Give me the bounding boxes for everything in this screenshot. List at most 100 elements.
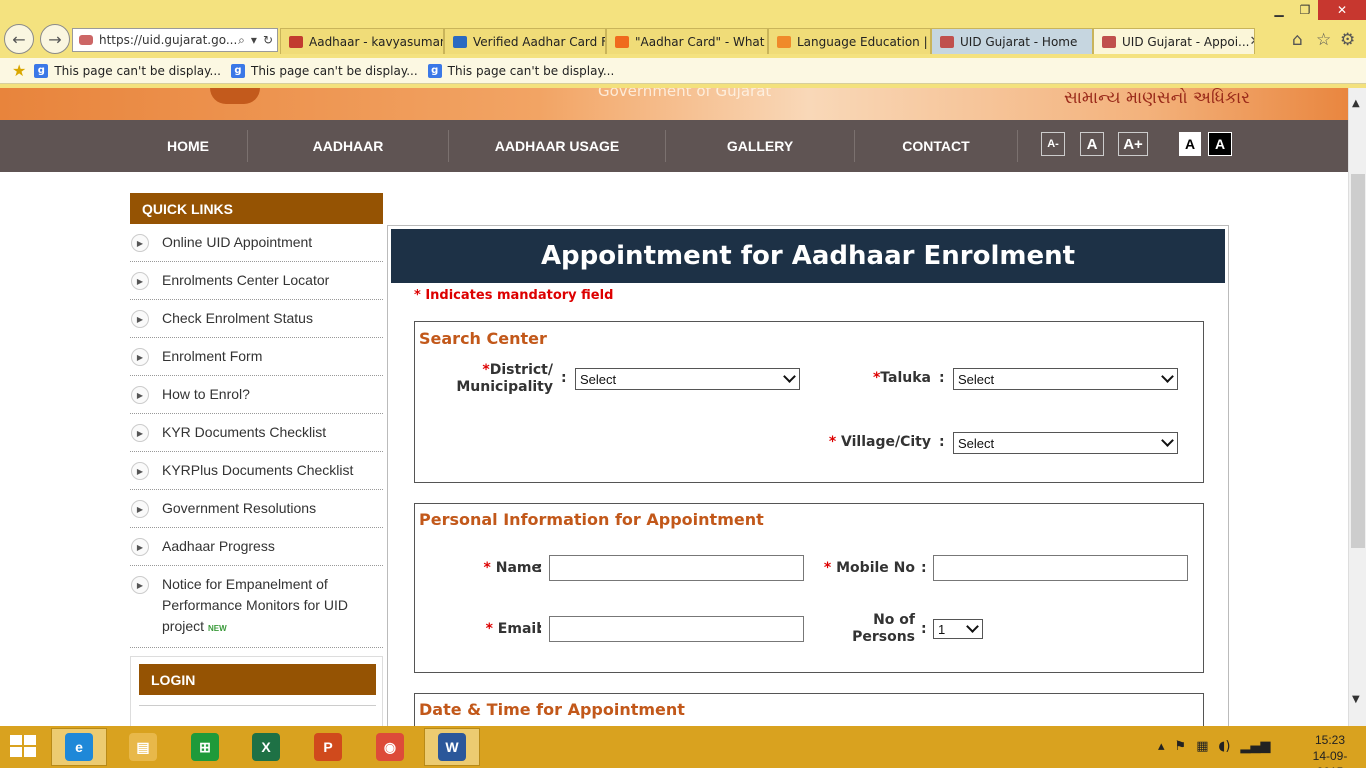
taskbar-chrome-button[interactable]: ◉ [362,728,418,766]
nav-gallery[interactable]: GALLERY [666,120,854,172]
refresh-icon[interactable]: ↻ [263,33,273,48]
font-decrease-button[interactable]: A- [1041,132,1065,156]
arrow-right-icon: ▶ [131,272,149,290]
taskbar-internet-explorer-button[interactable]: e [51,728,107,766]
forward-button[interactable]: → [40,24,70,54]
favorites-star-icon[interactable]: ☆ [1316,30,1331,50]
nav-contact[interactable]: CONTACT [855,120,1017,172]
settings-gear-icon[interactable]: ⚙ [1340,30,1355,50]
browser-tab[interactable]: UID Gujarat - Home [931,28,1093,54]
tab-label: UID Gujarat - Home [960,34,1078,49]
taskbar-word-button[interactable]: W [424,728,480,766]
village-select[interactable]: Select [953,432,1178,454]
email-input[interactable] [549,616,804,642]
taskbar-excel-button[interactable]: X [238,728,294,766]
browser-tab[interactable]: "Aadhar Card" - What is... [606,28,768,54]
font-increase-button[interactable]: A+ [1118,132,1148,156]
tab-label: Language Education | G... [797,34,930,49]
scroll-down-icon[interactable]: ▼ [1352,694,1360,705]
favorite-link[interactable]: g This page can't be display... [231,63,418,78]
show-hidden-icons-icon[interactable]: ▴ [1158,739,1165,754]
excel-icon: X [252,733,280,761]
india-flag-icon [777,35,791,48]
appointment-form-panel: Appointment for Aadhaar Enrolment * Indi… [387,225,1229,726]
system-clock[interactable]: 15:23 14-09-2015 [1300,732,1360,768]
vertical-scrollbar[interactable]: ▲ ▼ [1348,88,1366,726]
quick-link-text: Enrolments Center Locator [162,272,330,288]
font-reset-button[interactable]: A [1080,132,1104,156]
quick-link-item[interactable]: ▶ Check Enrolment Status [130,300,383,338]
mobile-input[interactable] [933,555,1188,581]
chevron-down-icon [784,374,794,384]
chrome-icon: ◉ [376,733,404,761]
quick-link-item[interactable]: ▶ Government Resolutions [130,490,383,528]
district-select[interactable]: Select [575,368,800,390]
favorite-link[interactable]: g This page can't be display... [427,63,614,78]
colon: : [921,621,927,637]
quick-link-label: Notice for Empanelment of Performance Mo… [162,574,383,639]
persons-select-value: 1 [938,621,946,637]
blogger-icon [615,35,629,48]
word-icon: W [438,733,466,761]
new-badge: NEW [208,624,227,633]
search-icon[interactable]: ⌕ [238,33,245,48]
signal-bars-icon[interactable]: ▂▄▆ [1240,739,1270,754]
system-tray: ▴ ⚑ ▦ ◖) ▂▄▆ [1158,739,1270,754]
mobile-label: * Mobile No [823,560,915,576]
nav-aadhaar[interactable]: AADHAAR [248,120,448,172]
browser-tab[interactable]: Aadhaar - kavyasuman... [280,28,444,54]
add-favorite-icon[interactable]: ★ [12,61,26,80]
volume-icon[interactable]: ◖) [1218,739,1230,754]
quick-link-item[interactable]: ▶ Notice for Empanelment of Performance M… [130,566,383,648]
quick-link-item[interactable]: ▶ How to Enrol? [130,376,383,414]
banner-subtitle: Government of Gujarat [598,88,772,100]
back-button[interactable]: ← [4,24,34,54]
contrast-dark-button[interactable]: A [1208,132,1232,156]
minimize-button[interactable]: ▁ [1266,0,1292,20]
quick-link-item[interactable]: ▶ Online UID Appointment [130,224,383,262]
network-icon[interactable]: ▦ [1196,739,1208,754]
chevron-down-icon [1162,374,1172,384]
quick-link-text: Enrolment Form [162,348,263,364]
close-window-button[interactable]: ✕ [1318,0,1366,20]
quick-link-item[interactable]: ▶ KYR Documents Checklist [130,414,383,452]
windows-taskbar: e ▤ ⊞ X P ◉ W ▴ ⚑ ▦ ◖) ▂▄▆ 15:23 14-09-2015 [0,726,1366,768]
quick-link-text: KYRPlus Documents Checklist [162,462,354,478]
home-icon[interactable]: ⌂ [1292,30,1303,50]
action-center-flag-icon[interactable]: ⚑ [1175,739,1187,754]
browser-tab[interactable]: Language Education | G... [768,28,931,54]
nav-home[interactable]: HOME [128,120,248,172]
address-bar[interactable]: https://uid.gujarat.go... ⌕ ▾ ↻ [72,28,278,52]
browser-tab[interactable]: UID Gujarat - Appoi...✕ [1093,28,1255,54]
close-tab-icon[interactable]: ✕ [1249,34,1254,49]
dropdown-icon[interactable]: ▾ [251,33,257,48]
taskbar-windows-store-button[interactable]: ⊞ [177,728,233,766]
contrast-light-button[interactable]: A [1179,132,1201,156]
quick-link-item[interactable]: ▶ Aadhaar Progress [130,528,383,566]
persons-select[interactable]: 1 [933,619,983,639]
google-icon: g [34,63,49,78]
browser-tab[interactable]: Verified Aadhar Card Fo... [444,28,606,54]
quick-links-list: ▶ Online UID Appointment ▶ Enrolments Cente… [130,224,383,648]
windows-store-icon: ⊞ [191,733,219,761]
email-label: * Email [485,621,541,637]
maximize-button[interactable]: ❐ [1292,0,1318,20]
taluka-select[interactable]: Select [953,368,1178,390]
form-title: Appointment for Aadhaar Enrolment [391,229,1225,283]
scroll-up-icon[interactable]: ▲ [1352,98,1360,109]
tab-label: Aadhaar - kavyasuman... [309,34,444,49]
search-center-legend: Search Center [419,329,547,348]
scrollbar-thumb[interactable] [1351,174,1365,548]
favorite-link[interactable]: g This page can't be display... [34,63,221,78]
name-input[interactable] [549,555,804,581]
quick-link-item[interactable]: ▶ Enrolments Center Locator [130,262,383,300]
windows-start-icon[interactable] [10,735,38,759]
quick-link-text: Notice for Empanelment of Performance Mo… [162,576,348,634]
quick-link-item[interactable]: ▶ KYRPlus Documents Checklist [130,452,383,490]
nav-aadhaar-usage[interactable]: AADHAAR USAGE [449,120,665,172]
colon: : [537,560,543,576]
quick-link-item[interactable]: ▶ Enrolment Form [130,338,383,376]
taskbar-file-explorer-button[interactable]: ▤ [115,728,171,766]
search-center-section: Search Center *District/ Municipality : … [414,321,1204,483]
taskbar-powerpoint-button[interactable]: P [300,728,356,766]
